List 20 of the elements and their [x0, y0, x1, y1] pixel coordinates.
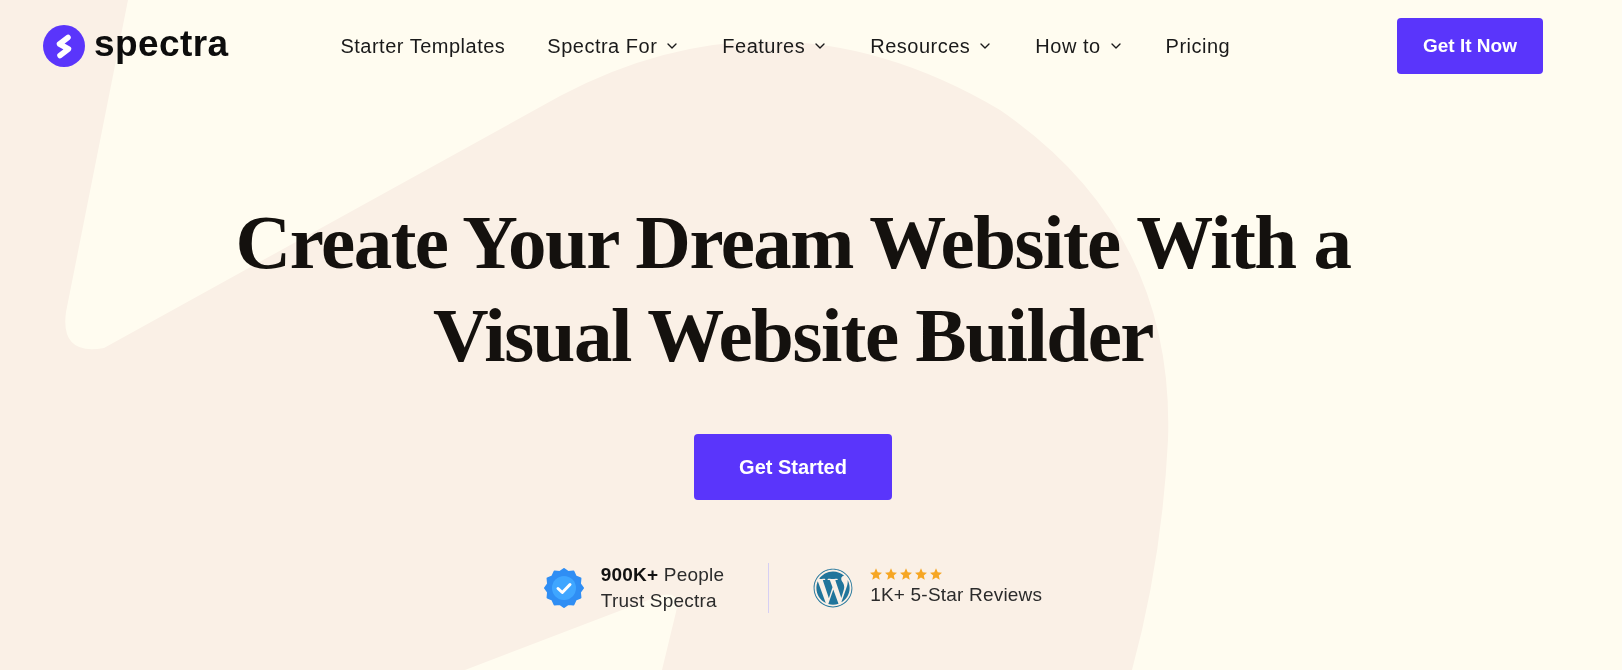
nav-link[interactable]: Starter Templates — [340, 34, 506, 58]
verified-badge-icon — [543, 568, 584, 608]
logo-icon — [43, 25, 85, 67]
get-it-now-button[interactable]: Get It Now — [1397, 18, 1543, 74]
reviews-text: 1K+ 5-Star Reviews — [870, 583, 1043, 607]
star-icon — [900, 568, 913, 580]
nav-link[interactable]: Features — [722, 34, 829, 58]
trust-text: 900K+ People Trust Spectra — [600, 563, 725, 613]
hero-headline: Create Your Dream Website With a Visual Website Builder — [235, 198, 1351, 380]
star-icon — [930, 568, 943, 580]
star-icon — [870, 568, 883, 580]
star-icon — [915, 568, 928, 580]
nav-link[interactable]: How to — [1035, 34, 1124, 58]
wordpress-logo-icon — [813, 568, 854, 608]
star-icon — [885, 568, 898, 580]
logo-wordmark: spectra — [94, 25, 229, 66]
nav-link[interactable]: Resources — [870, 34, 994, 58]
nav-link[interactable]: Pricing — [1165, 34, 1231, 58]
nav-link[interactable]: Spectra For — [547, 34, 681, 58]
get-started-button[interactable]: Get Started — [694, 434, 892, 500]
